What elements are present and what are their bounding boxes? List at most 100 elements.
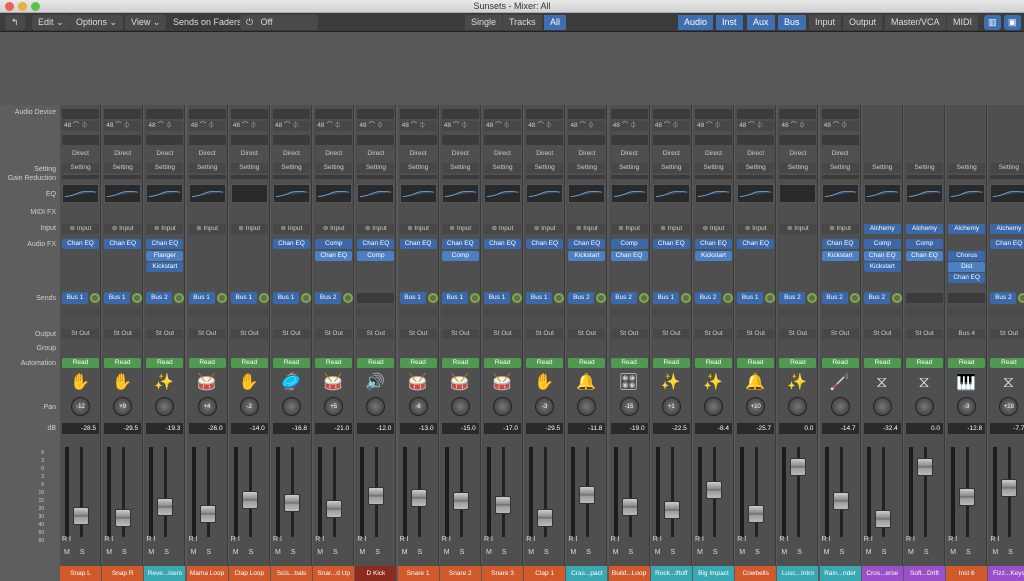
setting-button[interactable]: Setting [526, 163, 564, 173]
volume-db-readout[interactable]: -29.5 [104, 423, 142, 434]
volume-db-readout[interactable]: -26.0 [188, 423, 226, 434]
audio-device-slot[interactable] [315, 109, 353, 119]
audio-device-slot[interactable] [273, 109, 310, 119]
solo-button[interactable]: S [713, 549, 728, 556]
eq-thumbnail[interactable] [821, 184, 859, 203]
filter-master-vca-button[interactable]: Master/VCA [885, 15, 946, 30]
volume-db-readout[interactable]: 0.0 [906, 423, 943, 434]
direct-label[interactable]: Direct [146, 149, 183, 159]
track-name[interactable]: Mama Loop [186, 566, 228, 581]
direct-label[interactable]: Direct [315, 149, 352, 159]
midi-fx-slot[interactable] [442, 209, 479, 219]
output-slot[interactable]: St Out [315, 329, 353, 339]
send-level-knob[interactable] [258, 293, 269, 303]
eq-thumbnail[interactable] [906, 184, 943, 203]
send-slot-empty[interactable] [568, 307, 606, 317]
eq-thumbnail[interactable] [863, 184, 901, 203]
send-slot[interactable]: Bus 1 [526, 292, 565, 304]
input-monitor-button[interactable]: I [829, 536, 831, 543]
pan-knob[interactable] [788, 397, 808, 416]
audio-device-slot[interactable] [737, 109, 775, 119]
midi-fx-slot[interactable] [526, 209, 563, 219]
audio-device-slot[interactable] [610, 109, 648, 119]
mute-button[interactable]: M [106, 549, 122, 556]
setting-button[interactable]: Setting [610, 163, 648, 173]
midi-fx-slot[interactable] [357, 209, 394, 219]
audio-device-slot[interactable] [104, 109, 142, 119]
input-monitor-button[interactable]: I [702, 536, 704, 543]
group-slot[interactable] [484, 344, 521, 354]
setting-button[interactable]: Setting [863, 163, 901, 173]
solo-button[interactable]: S [291, 549, 306, 556]
setting-button[interactable]: Setting [484, 163, 521, 173]
direct-label[interactable]: Direct [231, 149, 268, 159]
volume-fader[interactable] [410, 488, 427, 507]
send-slot[interactable]: Bus 1 [652, 292, 691, 304]
direct-label[interactable]: Direct [822, 149, 859, 159]
volume-fader[interactable] [663, 501, 680, 520]
send-level-knob[interactable] [174, 293, 185, 303]
input-slot[interactable]: Alchemy [948, 224, 986, 234]
record-enable-button[interactable]: R [611, 536, 616, 543]
send-slot-empty[interactable] [441, 307, 479, 317]
audio-fx-plugin[interactable]: Chan EQ [441, 239, 479, 249]
audio-device-slot[interactable] [695, 109, 732, 119]
automation-mode-read[interactable]: Read [948, 358, 986, 368]
output-slot[interactable]: St Out [990, 329, 1024, 339]
send-level-knob[interactable] [723, 293, 733, 303]
send-level-knob[interactable] [891, 293, 902, 303]
audio-device-slot[interactable] [357, 109, 395, 119]
send-slot-empty[interactable] [821, 307, 859, 317]
view-single-button[interactable]: Single [465, 15, 503, 30]
send-level-knob[interactable] [596, 293, 607, 303]
track-name[interactable]: Inst 6 [946, 566, 988, 581]
input-monitor-button[interactable]: I [744, 536, 746, 543]
send-slot-empty[interactable] [230, 307, 268, 317]
volume-db-readout[interactable]: 0.0 [779, 423, 817, 434]
volume-db-readout[interactable]: -17.0 [484, 423, 521, 434]
filter-output-button[interactable]: Output [843, 15, 883, 30]
audio-fx-plugin[interactable]: Chan EQ [315, 250, 353, 261]
volume-fader[interactable] [706, 480, 722, 499]
midi-fx-slot[interactable] [990, 209, 1024, 219]
solo-button[interactable]: S [417, 549, 432, 556]
solo-button[interactable]: S [671, 549, 686, 556]
send-slot-empty[interactable] [779, 307, 817, 317]
pan-knob[interactable] [577, 397, 597, 416]
automation-mode-read[interactable]: Read [146, 358, 184, 368]
input-slot[interactable]: Alchemy [990, 224, 1024, 234]
input-monitor-button[interactable]: I [660, 536, 662, 543]
input-slot[interactable]: ⊚ Input [146, 224, 184, 234]
eq-thumbnail[interactable] [104, 184, 142, 203]
eq-thumbnail[interactable] [315, 184, 353, 203]
send-slot[interactable]: Bus 1 [399, 292, 438, 304]
pan-knob[interactable] [830, 397, 850, 416]
send-slot[interactable]: Bus 1 [62, 292, 100, 304]
eq-thumbnail[interactable] [948, 184, 986, 203]
eq-thumbnail[interactable] [652, 184, 690, 203]
volume-db-readout[interactable]: -16.8 [273, 423, 310, 434]
solo-button[interactable]: S [544, 549, 559, 556]
audio-fx-plugin[interactable]: Chan EQ [695, 239, 732, 249]
midi-fx-slot[interactable] [695, 209, 732, 219]
automation-mode-read[interactable]: Read [273, 358, 310, 368]
audio-fx-plugin[interactable]: Flanger [146, 250, 184, 261]
automation-mode-read[interactable]: Read [990, 358, 1024, 368]
audio-fx-plugin[interactable]: Chan EQ [737, 239, 775, 249]
mute-button[interactable]: M [402, 549, 418, 556]
sends-on-faders-select[interactable]: ⏻ Off [240, 15, 318, 30]
volume-db-readout[interactable]: -19.3 [146, 423, 184, 434]
automation-mode-read[interactable]: Read [737, 358, 775, 368]
audio-fx-plugin[interactable]: Chan EQ [906, 250, 943, 261]
volume-db-readout[interactable]: -12.0 [357, 423, 395, 434]
output-slot[interactable]: St Out [568, 329, 606, 339]
solo-button[interactable]: S [333, 549, 348, 556]
volume-fader[interactable] [73, 506, 89, 525]
send-slot-empty[interactable] [990, 307, 1024, 317]
midi-fx-slot[interactable] [484, 209, 521, 219]
audio-fx-plugin[interactable]: Comp [906, 239, 943, 249]
volume-db-readout[interactable]: -8.4 [695, 423, 732, 434]
track-name[interactable]: Cras...pact [566, 566, 608, 581]
volume-db-readout[interactable]: -12.8 [948, 423, 986, 434]
send-slot-empty[interactable] [526, 307, 564, 317]
